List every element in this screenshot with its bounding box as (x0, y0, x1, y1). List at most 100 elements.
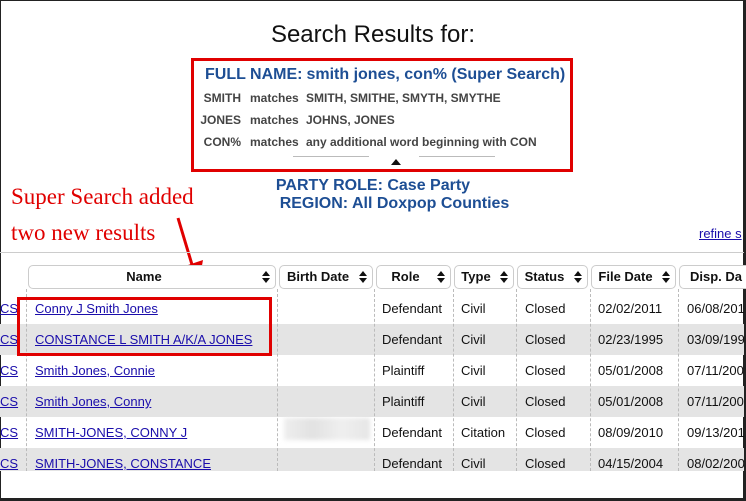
birth-date-cell (284, 293, 372, 324)
collapse-divider (293, 156, 369, 157)
match-term: CON% (203, 135, 241, 149)
disp-date-cell: 03/09/199 (687, 332, 744, 347)
column-divider (453, 289, 454, 471)
sort-icon[interactable] (662, 271, 670, 283)
type-cell: Citation (461, 425, 506, 440)
column-header-label: Disp. Da (690, 269, 743, 284)
table-row: CS SMITH-JONES, CONNY J Defendant Citati… (0, 417, 744, 448)
status-cell: Closed (525, 301, 566, 316)
status-cell: Closed (525, 425, 566, 440)
table-row: CS Smith Jones, Connie Plaintiff Civil C… (0, 355, 744, 386)
sort-icon[interactable] (500, 271, 508, 283)
type-cell: Civil (461, 332, 486, 347)
sort-icon[interactable] (437, 271, 445, 283)
table-row: CS SMITH-JONES, CONSTANCE Defendant Civi… (0, 448, 744, 471)
disp-date-cell: 06/08/201 (687, 301, 744, 316)
party-name-link[interactable]: SMITH-JONES, CONSTANCE (35, 456, 211, 471)
type-cell: Civil (461, 394, 486, 409)
status-cell: Closed (525, 456, 566, 471)
status-cell: Closed (525, 394, 566, 409)
status-cell: Closed (525, 363, 566, 378)
role-cell: Defendant (382, 332, 442, 347)
file-date-cell: 05/01/2008 (598, 394, 664, 409)
disp-date-cell: 07/11/200 (687, 363, 744, 378)
file-date-cell: 02/23/1995 (598, 332, 664, 347)
file-date-cell: 05/01/2008 (598, 363, 664, 378)
match-term: SMITH (203, 91, 241, 105)
column-header-birth-date[interactable]: Birth Date (279, 265, 373, 289)
match-word: matches (250, 113, 299, 127)
full-name-value: smith jones, con% (Super Search) (306, 66, 566, 83)
status-cell: Closed (525, 332, 566, 347)
column-header-disp-date[interactable]: Disp. Da (679, 265, 746, 289)
disp-date-cell: 08/02/200 (687, 456, 744, 471)
table-row: CS Smith Jones, Conny Plaintiff Civil Cl… (0, 386, 744, 417)
column-header-label: Status (524, 269, 565, 284)
disp-date-cell: 07/11/200 (687, 394, 744, 409)
party-name-link[interactable]: Smith Jones, Conny (35, 394, 151, 409)
match-row: JONES matches JOHNS, JONES (0, 113, 746, 127)
column-divider (590, 289, 591, 471)
file-date-cell: 02/02/2011 (598, 301, 663, 316)
collapse-criteria-toggle[interactable] (293, 156, 495, 170)
annotation-line-1: Super Search added (11, 184, 194, 209)
role-cell: Defendant (382, 425, 442, 440)
full-name-criteria: FULL NAME: smith jones, con% (Super Searc… (205, 66, 565, 84)
column-header-label: File Date (598, 269, 653, 284)
refine-search-link[interactable]: refine s (699, 226, 742, 241)
column-header-role[interactable]: Role (376, 265, 451, 289)
birth-date-cell (284, 324, 372, 355)
sort-icon[interactable] (262, 271, 270, 283)
column-header-label: Role (391, 269, 420, 284)
party-name-link[interactable]: SMITH-JONES, CONNY J (35, 425, 187, 440)
column-divider (678, 289, 679, 471)
case-link[interactable]: CS (0, 456, 18, 471)
column-header-type[interactable]: Type (454, 265, 514, 289)
sort-icon[interactable] (574, 271, 582, 283)
case-link[interactable]: CS (0, 332, 18, 347)
column-header-status[interactable]: Status (517, 265, 588, 289)
new-results-highlight-box (17, 297, 272, 356)
annotation-line-2: two new results (11, 220, 156, 245)
column-divider (374, 289, 375, 471)
divider (0, 252, 744, 253)
file-date-cell: 08/09/2010 (598, 425, 664, 440)
match-term: JONES (200, 113, 241, 127)
column-header-label: Birth Date (286, 269, 350, 284)
full-name-label: FULL NAME: (205, 66, 303, 83)
match-row: CON% matches any additional word beginni… (0, 135, 746, 149)
column-divider (277, 289, 278, 471)
column-header-label: Type (461, 269, 491, 284)
party-name-link[interactable]: Smith Jones, Connie (35, 363, 155, 378)
match-word: matches (250, 135, 299, 149)
caret-up-icon[interactable] (391, 159, 401, 165)
column-header-label: Name (126, 269, 162, 284)
match-value: any additional word beginning with CON (306, 135, 537, 149)
role-cell: Plaintiff (382, 363, 425, 378)
type-cell: Civil (461, 363, 486, 378)
role-cell: Plaintiff (382, 394, 425, 409)
case-link[interactable]: CS (0, 363, 18, 378)
match-word: matches (250, 91, 299, 105)
file-date-cell: 04/15/2004 (598, 456, 664, 471)
column-header-file-date[interactable]: File Date (591, 265, 676, 289)
role-cell: Defendant (382, 301, 442, 316)
case-link[interactable]: CS (0, 425, 18, 440)
collapse-divider (419, 156, 495, 157)
column-divider (516, 289, 517, 471)
birth-date-cell (284, 448, 372, 471)
case-link[interactable]: CS (0, 394, 18, 409)
role-cell: Defendant (382, 456, 442, 471)
column-header-name[interactable]: Name (28, 265, 276, 289)
type-cell: Civil (461, 456, 486, 471)
match-value: JOHNS, JONES (306, 113, 395, 127)
sort-icon[interactable] (359, 271, 367, 283)
birth-date-cell (284, 386, 372, 417)
case-link[interactable]: CS (0, 301, 18, 316)
match-value: SMITH, SMITHE, SMYTH, SMYTHE (306, 91, 501, 105)
page-title: Search Results for: (270, 21, 476, 48)
birth-date-cell (284, 355, 372, 386)
match-row: SMITH matches SMITH, SMITHE, SMYTH, SMYT… (0, 91, 746, 105)
redacted-birth-date (284, 418, 370, 440)
disp-date-cell: 09/13/201 (687, 425, 744, 440)
